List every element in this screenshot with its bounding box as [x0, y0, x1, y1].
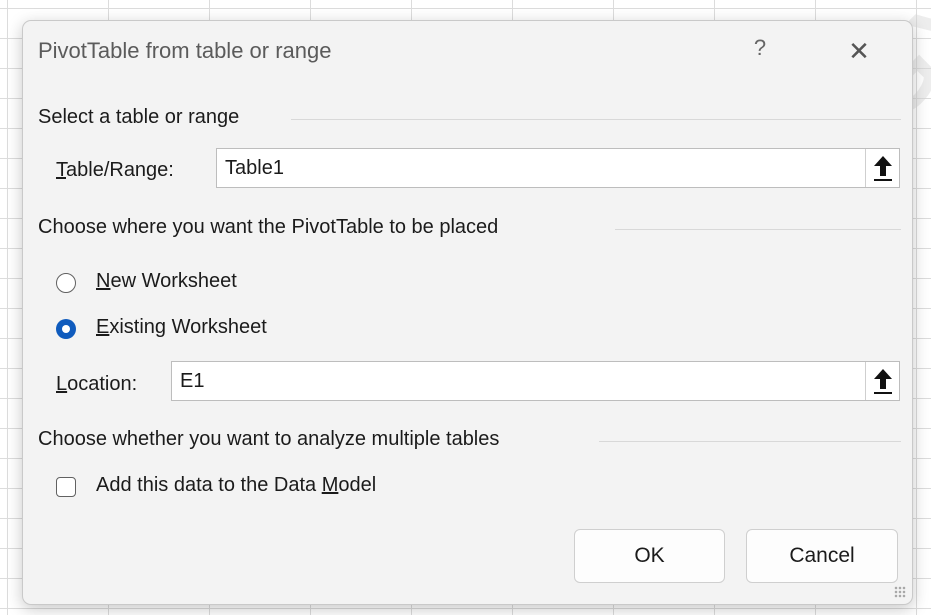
section-divider [599, 441, 901, 442]
table-range-input[interactable]: Table1 [216, 148, 900, 188]
table-range-label: Table/Range: [56, 159, 174, 181]
dialog-title: PivotTable from table or range [38, 38, 332, 63]
existing-worksheet-label: Existing Worksheet [96, 316, 267, 338]
checkbox-unchecked[interactable] [56, 477, 76, 497]
location-value: E1 [180, 370, 205, 392]
radio-unchecked[interactable] [56, 273, 76, 293]
resize-grip-icon[interactable] [894, 586, 906, 598]
table-range-collapse-button[interactable] [865, 149, 899, 187]
location-input[interactable]: E1 [171, 361, 900, 401]
placement-heading: Choose where you want the PivotTable to … [38, 216, 499, 238]
radio-checked[interactable] [56, 319, 76, 339]
location-label: Location: [56, 373, 138, 395]
new-worksheet-radio[interactable]: New Worksheet [56, 270, 316, 300]
data-model-checkbox[interactable]: Add this data to the Data Model [56, 474, 416, 504]
close-button[interactable]: ✕ [841, 33, 877, 69]
collapse-dialog-icon [874, 369, 892, 394]
table-range-value: Table1 [225, 157, 284, 179]
ok-button[interactable]: OK [574, 529, 725, 583]
multiple-tables-heading: Choose whether you want to analyze multi… [38, 428, 500, 450]
collapse-dialog-icon [874, 156, 892, 181]
dialog-titlebar[interactable]: PivotTable from table or range ? ✕ [23, 21, 912, 83]
data-model-label: Add this data to the Data Model [96, 474, 377, 496]
help-button[interactable]: ? [745, 35, 775, 67]
existing-worksheet-radio[interactable]: Existing Worksheet [56, 316, 336, 346]
pivottable-dialog: PivotTable from table or range ? ✕ Selec… [22, 20, 913, 605]
new-worksheet-label: New Worksheet [96, 270, 237, 292]
section-divider [615, 229, 901, 230]
section-divider [291, 119, 901, 120]
location-collapse-button[interactable] [865, 362, 899, 400]
cancel-button[interactable]: Cancel [746, 529, 898, 583]
select-table-heading: Select a table or range [38, 106, 240, 128]
